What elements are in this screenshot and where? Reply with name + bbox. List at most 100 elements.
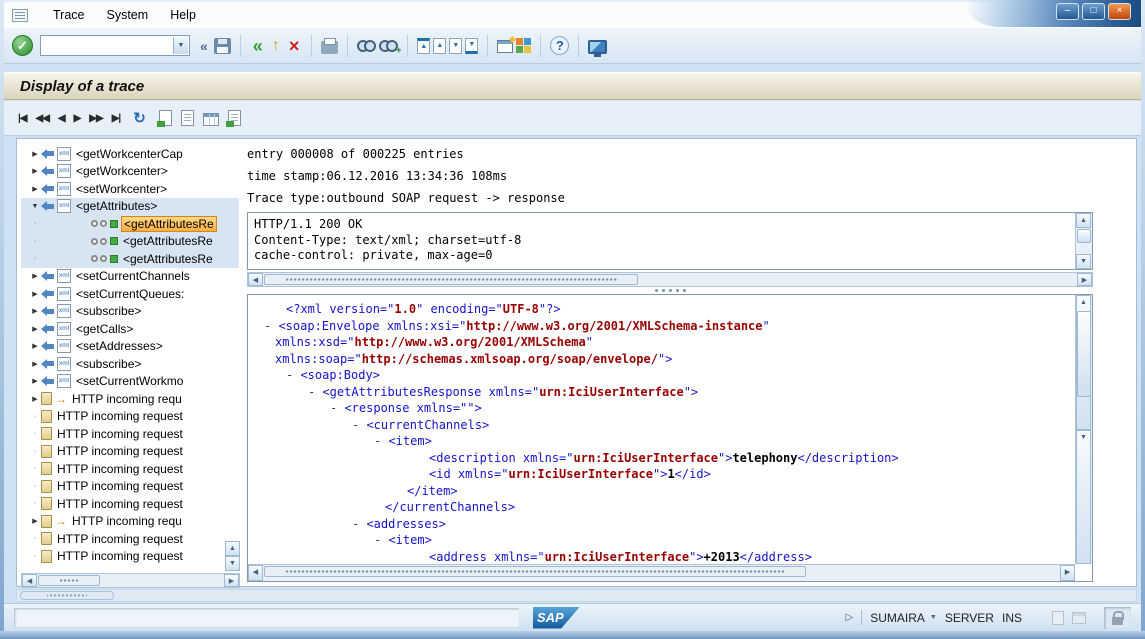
tree-item[interactable]: ·<getAttributesRe [21, 233, 239, 251]
caret-right-icon[interactable]: ▶ [29, 325, 41, 333]
tree-item[interactable]: ▶xml<subscribe> [21, 303, 239, 321]
maximize-button[interactable]: □ [1082, 3, 1105, 20]
scroll-down-icon[interactable]: ▼ [225, 556, 240, 571]
tree-item[interactable]: ▶→HTTP incoming requ [21, 513, 239, 531]
tree-item[interactable]: ▶xml<getCalls> [21, 320, 239, 338]
minimize-button[interactable]: – [1056, 3, 1079, 20]
caret-right-icon[interactable]: ▶ [29, 517, 41, 525]
new-session-button[interactable] [497, 40, 513, 53]
tree-item-label[interactable]: <subscribe> [74, 304, 143, 318]
collapse-marker[interactable]: - [352, 517, 366, 531]
caret-right-icon[interactable]: ▶ [29, 290, 41, 298]
tree-item[interactable]: ·HTTP incoming request [21, 443, 239, 461]
tree-item-label[interactable]: <getCalls> [74, 322, 135, 336]
tree-item-label[interactable]: <setCurrentWorkmo [74, 374, 185, 388]
tree-horizontal-scrollbar[interactable]: ◀ ▶ [21, 573, 240, 588]
menu-help[interactable]: Help [159, 5, 207, 25]
back-button[interactable]: « [250, 37, 266, 55]
caret-right-icon[interactable]: ▶ [29, 342, 41, 350]
scroll-thumb[interactable] [1077, 311, 1091, 397]
tree-item[interactable]: ▶xml<getWorkcenter> [21, 163, 239, 181]
scroll-right-icon[interactable]: ▶ [224, 574, 239, 587]
scroll-thumb[interactable] [20, 591, 114, 600]
collapse-marker[interactable]: - [352, 418, 366, 432]
tree-item-label[interactable]: <subscribe> [74, 357, 143, 371]
next-page-button[interactable]: ▼ [449, 38, 462, 54]
scroll-left-icon[interactable]: ◀ [248, 565, 263, 581]
tree-item-label[interactable]: HTTP incoming request [55, 427, 185, 441]
collapse-marker[interactable]: - [286, 368, 300, 382]
tree-item[interactable]: ·HTTP incoming request [21, 408, 239, 426]
export-button[interactable] [228, 110, 241, 126]
caret-right-icon[interactable]: ▶ [29, 360, 41, 368]
tree-item[interactable]: ▶xml<setAddresses> [21, 338, 239, 356]
pane-splitter[interactable] [247, 288, 1093, 293]
scroll-up-icon[interactable]: ▲ [225, 541, 240, 556]
tree-item[interactable]: ·<getAttributesRe [21, 250, 239, 268]
tree-item-label[interactable]: <setCurrentQueues: [74, 287, 186, 301]
caret-right-icon[interactable]: ▶ [29, 307, 41, 315]
caret-right-icon[interactable]: ▶ [29, 377, 41, 385]
collapse-marker[interactable]: - [374, 533, 388, 547]
help-button[interactable]: ? [550, 36, 569, 55]
tree-item[interactable]: ▶xml<subscribe> [21, 355, 239, 373]
tree-item-label[interactable]: HTTP incoming request [55, 444, 185, 458]
tree-item[interactable]: ·HTTP incoming request [21, 478, 239, 496]
tree-item[interactable]: ▼xml<getAttributes> [21, 198, 239, 216]
tree-item[interactable]: ·HTTP incoming request [21, 425, 239, 443]
tree-item-label[interactable]: <getAttributesRe [121, 216, 217, 232]
scroll-thumb[interactable] [264, 566, 806, 577]
enter-button[interactable]: ✓ [12, 35, 33, 56]
scroll-thumb[interactable] [38, 575, 100, 586]
tree-item-label[interactable]: HTTP incoming request [55, 497, 185, 511]
scroll-thumb[interactable] [1077, 229, 1091, 243]
caret-down-icon[interactable]: ▼ [29, 203, 41, 210]
menu-system[interactable]: System [96, 5, 160, 25]
tree-item[interactable]: ▶xml<getWorkcenterCap [21, 145, 239, 163]
tree-item-label[interactable]: <getWorkcenterCap [74, 147, 185, 161]
scroll-down-icon[interactable]: ▼ [1076, 254, 1091, 269]
scroll-track[interactable] [37, 574, 224, 587]
tree-item[interactable]: ▶xml<setWorkcenter> [21, 180, 239, 198]
tree-item-label[interactable]: HTTP incoming requ [70, 392, 184, 406]
command-field[interactable]: ▼ [40, 35, 190, 56]
control-menu-icon[interactable] [12, 9, 28, 22]
customize-layout-button[interactable] [588, 40, 607, 54]
tree-item-label[interactable]: <getAttributes> [74, 199, 159, 213]
headers-vertical-scrollbar[interactable]: ▲ ▼ [1075, 213, 1092, 269]
first-entry-button[interactable]: |◀ [18, 113, 27, 124]
headers-horizontal-scrollbar[interactable]: ◀ ▶ [247, 272, 1093, 287]
scroll-up-icon[interactable]: ▲ [1076, 213, 1091, 228]
last-entry-button[interactable]: ▶| [112, 113, 121, 124]
command-input[interactable] [43, 37, 172, 54]
tree-item-label[interactable]: HTTP incoming request [55, 462, 185, 476]
tree-item-label[interactable]: HTTP incoming request [55, 409, 185, 423]
tree-item[interactable]: ▶xml<setCurrentWorkmo [21, 373, 239, 391]
find-next-button[interactable]: + [379, 39, 398, 52]
create-shortcut-button[interactable] [516, 38, 531, 53]
tree-item[interactable]: ·HTTP incoming request [21, 495, 239, 513]
xml-vertical-scrollbar[interactable]: ▲ ▼ [1075, 295, 1092, 564]
tree-item-label[interactable]: HTTP incoming request [55, 549, 185, 563]
tree-item[interactable]: ·HTTP incoming request [21, 460, 239, 478]
close-button[interactable]: × [1108, 3, 1131, 20]
scroll-track[interactable] [263, 565, 1060, 581]
collapse-marker[interactable]: - [330, 401, 344, 415]
trace-tree[interactable]: ▶xml<getWorkcenterCap▶xml<getWorkcenter>… [21, 145, 239, 565]
table-view-button[interactable] [203, 113, 219, 126]
user-field[interactable]: SUMAIRA ▼ [870, 611, 937, 625]
http-headers-text[interactable]: HTTP/1.1 200 OKContent-Type: text/xml; c… [254, 217, 1072, 264]
scroll-right-icon[interactable]: ▶ [1060, 565, 1075, 581]
tree-item[interactable]: ·HTTP incoming request [21, 530, 239, 548]
tree-item[interactable]: ·HTTP incoming request [21, 548, 239, 566]
previous-page-button[interactable]: ▲ [433, 38, 446, 54]
next-block-button[interactable]: ▶▶ [89, 113, 102, 124]
command-dropdown-icon[interactable]: ▼ [173, 37, 188, 54]
next-entry-button[interactable]: ▶ [74, 113, 81, 124]
collapse-marker[interactable]: - [264, 319, 278, 333]
previous-entry-button[interactable]: ◀ [58, 113, 65, 124]
tree-vertical-scrollbar[interactable]: ▲ ▼ [225, 541, 240, 571]
expand-status-icon[interactable]: ▷ [846, 612, 854, 623]
first-page-button[interactable]: ▲ [417, 38, 430, 54]
collapse-marker[interactable]: - [374, 434, 388, 448]
